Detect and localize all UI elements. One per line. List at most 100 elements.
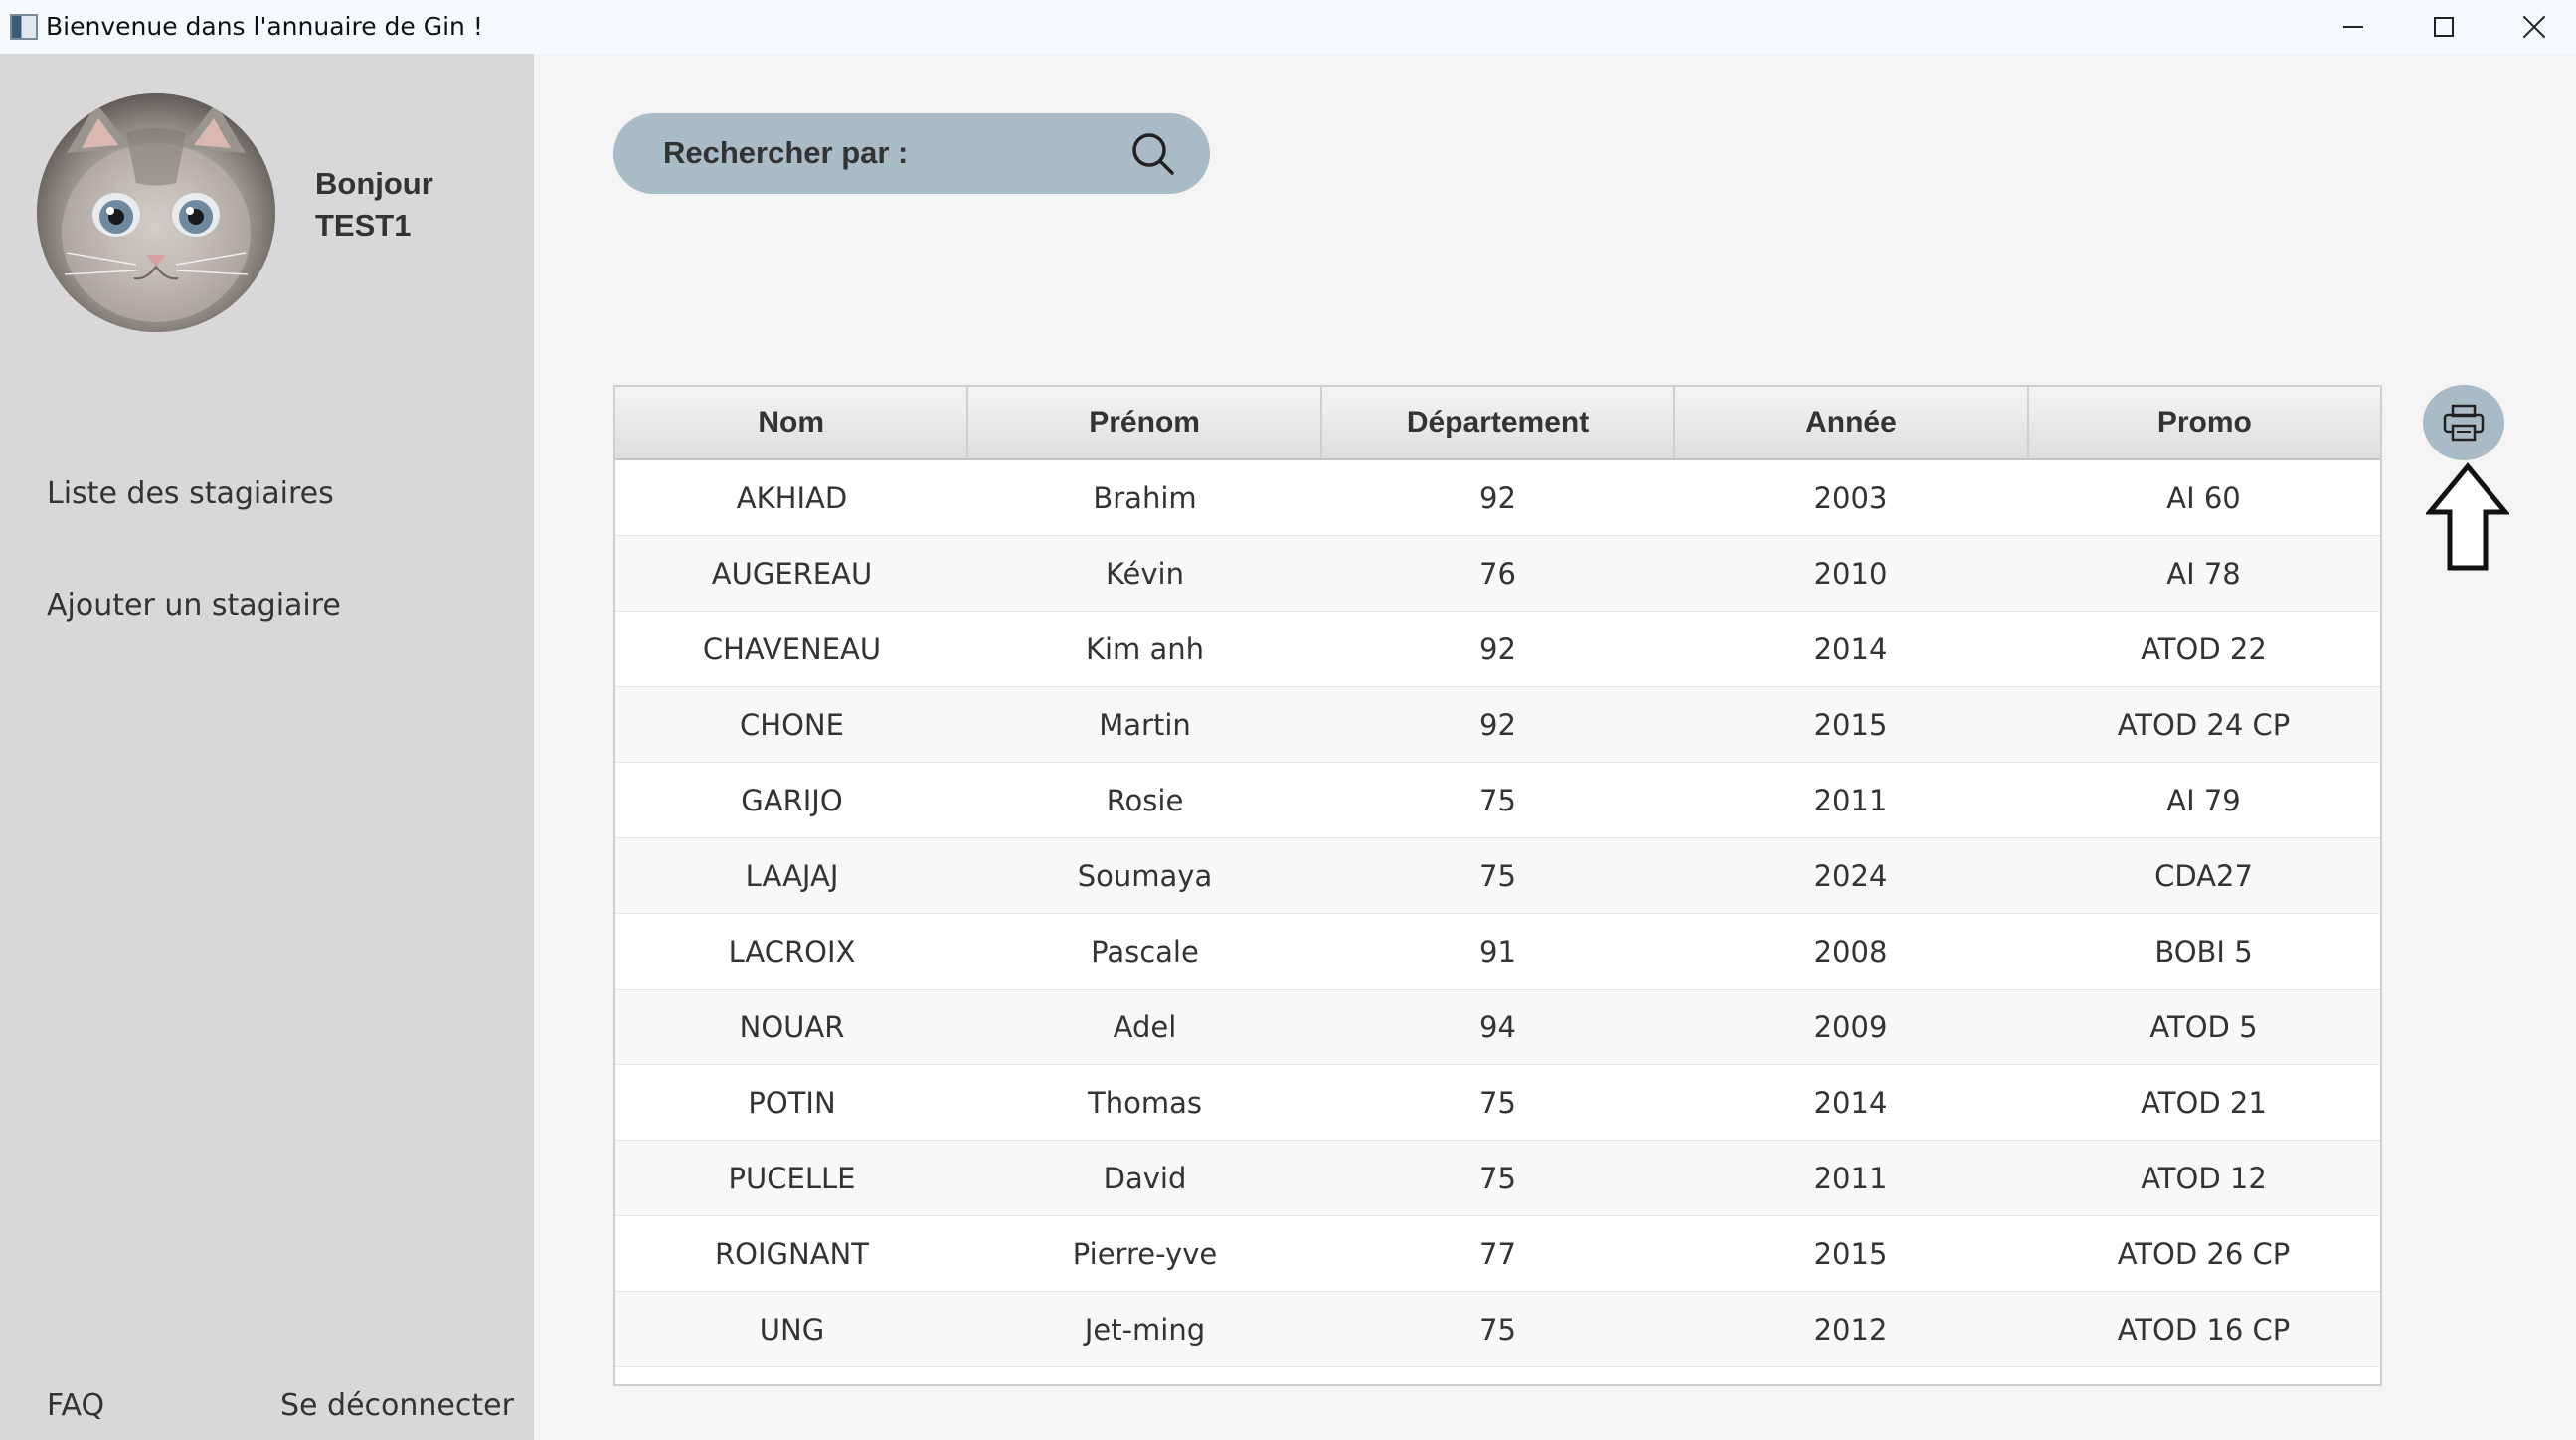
- cell-prenom: Adel: [1113, 1009, 1177, 1044]
- table-row[interactable]: CHONE Martin 92 2015 ATOD 24 CP: [615, 687, 2380, 763]
- window-title: Bienvenue dans l'annuaire de Gin !: [46, 12, 483, 41]
- cell-promo: AI 60: [2166, 480, 2241, 515]
- table-row[interactable]: UNG Jet-ming 75 2012 ATOD 16 CP: [615, 1292, 2380, 1367]
- cell-prenom: Soumaya: [1077, 858, 1213, 893]
- cell-promo: ATOD 22: [2141, 631, 2267, 666]
- cell-nom: NOUAR: [739, 1009, 845, 1044]
- table-body: AKHIAD Brahim 92 2003 AI 60 AUGEREAU Kévin 76 2…: [615, 460, 2380, 1367]
- minimize-icon: [2343, 26, 2363, 28]
- cell-prenom: Thomas: [1088, 1085, 1202, 1120]
- table-row[interactable]: AUGEREAU Kévin 76 2010 AI 78: [615, 536, 2380, 612]
- cell-nom: CHONE: [740, 707, 844, 742]
- cell-prenom: Martin: [1099, 707, 1191, 742]
- cell-departement: 77: [1479, 1236, 1516, 1271]
- cell-departement: 76: [1479, 556, 1516, 591]
- cell-departement: 75: [1479, 783, 1516, 817]
- table-row[interactable]: AKHIAD Brahim 92 2003 AI 60: [615, 460, 2380, 536]
- table-header: Nom Prénom Département Année Promo: [615, 387, 2380, 460]
- cell-nom: AKHIAD: [736, 480, 848, 515]
- cell-annee: 2003: [1813, 480, 1888, 515]
- sidebar: Bonjour TEST1 Liste des stagiaires Ajout…: [0, 54, 534, 1440]
- cell-nom: PUCELLE: [728, 1161, 856, 1195]
- app-icon: [10, 14, 38, 40]
- print-button[interactable]: [2423, 385, 2504, 460]
- cell-nom: LACROIX: [728, 934, 856, 969]
- nav-list-trainees[interactable]: Liste des stagiaires: [47, 476, 334, 511]
- column-header-departement[interactable]: Département: [1322, 387, 1676, 458]
- close-icon: [2522, 15, 2546, 39]
- cell-prenom: Brahim: [1093, 480, 1197, 515]
- cell-promo: ATOD 12: [2141, 1161, 2267, 1195]
- minimize-button[interactable]: [2309, 0, 2398, 54]
- cell-promo: AI 78: [2166, 556, 2241, 591]
- cell-annee: 2015: [1813, 707, 1888, 742]
- title-bar: Bienvenue dans l'annuaire de Gin !: [0, 0, 2576, 54]
- nav-add-trainee[interactable]: Ajouter un stagiaire: [47, 588, 341, 623]
- search-bar[interactable]: Rechercher par :: [613, 113, 1210, 194]
- cell-departement: 92: [1479, 631, 1516, 666]
- logout-link[interactable]: Se déconnecter: [280, 1388, 514, 1423]
- cell-departement: 75: [1479, 1085, 1516, 1120]
- cell-prenom: Pascale: [1091, 934, 1199, 969]
- cell-annee: 2011: [1813, 783, 1888, 817]
- kitten-avatar-image: [37, 93, 275, 332]
- cell-promo: ATOD 21: [2141, 1085, 2267, 1120]
- user-greeting: Bonjour TEST1: [315, 163, 433, 247]
- column-header-prenom[interactable]: Prénom: [968, 387, 1322, 458]
- cell-prenom: David: [1103, 1161, 1187, 1195]
- cell-nom: GARIJO: [741, 783, 843, 817]
- cell-annee: 2024: [1813, 858, 1888, 893]
- cell-promo: ATOD 16 CP: [2117, 1312, 2291, 1347]
- table-row[interactable]: NOUAR Adel 94 2009 ATOD 5: [615, 990, 2380, 1065]
- table-row[interactable]: POTIN Thomas 75 2014 ATOD 21: [615, 1065, 2380, 1141]
- printer-icon: [2443, 404, 2485, 442]
- nav-faq[interactable]: FAQ: [47, 1388, 104, 1423]
- cell-departement: 92: [1479, 480, 1516, 515]
- table-row[interactable]: ROIGNANT Pierre-yve 77 2015 ATOD 26 CP: [615, 1216, 2380, 1292]
- maximize-icon: [2434, 17, 2454, 37]
- cell-prenom: Kim anh: [1085, 631, 1205, 666]
- search-label: Rechercher par :: [663, 135, 909, 170]
- cell-prenom: Rosie: [1106, 783, 1184, 817]
- cell-promo: ATOD 26 CP: [2117, 1236, 2291, 1271]
- cell-annee: 2014: [1813, 631, 1888, 666]
- cell-promo: BOBI 5: [2154, 934, 2253, 969]
- close-button[interactable]: [2490, 0, 2576, 54]
- cell-departement: 75: [1479, 858, 1516, 893]
- table-row[interactable]: LACROIX Pascale 91 2008 BOBI 5: [615, 914, 2380, 990]
- cell-departement: 75: [1479, 1312, 1516, 1347]
- cell-nom: POTIN: [748, 1085, 836, 1120]
- cell-departement: 91: [1479, 934, 1516, 969]
- cell-nom: CHAVENEAU: [702, 631, 882, 666]
- cell-prenom: Kévin: [1105, 556, 1184, 591]
- cell-nom: AUGEREAU: [711, 556, 873, 591]
- user-name: TEST1: [315, 208, 412, 243]
- column-header-nom[interactable]: Nom: [615, 387, 969, 458]
- cell-nom: ROIGNANT: [715, 1236, 869, 1271]
- cell-promo: CDA27: [2154, 858, 2253, 893]
- cell-departement: 94: [1479, 1009, 1516, 1044]
- cell-annee: 2015: [1813, 1236, 1888, 1271]
- table-row[interactable]: GARIJO Rosie 75 2011 AI 79: [615, 763, 2380, 838]
- cell-annee: 2011: [1813, 1161, 1888, 1195]
- cell-annee: 2012: [1813, 1312, 1888, 1347]
- table-row[interactable]: PUCELLE David 75 2011 ATOD 12: [615, 1141, 2380, 1216]
- maximize-button[interactable]: [2399, 0, 2489, 54]
- cell-departement: 75: [1479, 1161, 1516, 1195]
- search-icon[interactable]: [1130, 131, 1176, 177]
- cell-promo: AI 79: [2166, 783, 2241, 817]
- cell-nom: UNG: [759, 1312, 825, 1347]
- greeting-text: Bonjour: [315, 166, 433, 201]
- cell-promo: ATOD 5: [2149, 1009, 2258, 1044]
- cell-prenom: Pierre-yve: [1072, 1236, 1218, 1271]
- column-header-promo[interactable]: Promo: [2029, 387, 2380, 458]
- cell-annee: 2010: [1813, 556, 1888, 591]
- column-header-annee[interactable]: Année: [1675, 387, 2029, 458]
- cell-prenom: Jet-ming: [1084, 1312, 1206, 1347]
- table-row[interactable]: CHAVENEAU Kim anh 92 2014 ATOD 22: [615, 612, 2380, 687]
- cell-nom: LAAJAJ: [745, 858, 839, 893]
- trainees-table: Nom Prénom Département Année Promo AKHIA…: [613, 385, 2382, 1386]
- table-row[interactable]: LAAJAJ Soumaya 75 2024 CDA27: [615, 838, 2380, 914]
- up-arrow-icon: [2426, 462, 2509, 571]
- cell-annee: 2009: [1813, 1009, 1888, 1044]
